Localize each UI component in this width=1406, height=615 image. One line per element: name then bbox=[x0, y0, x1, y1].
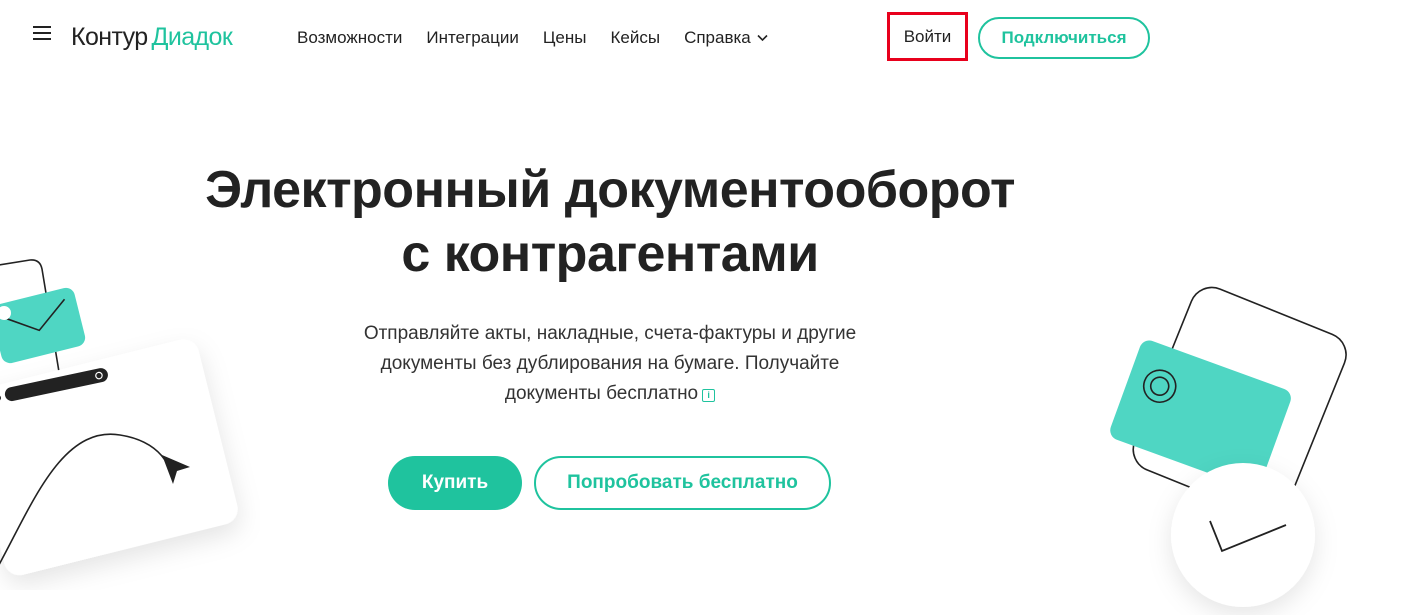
subtitle-line-2: документы без дублирования на бумаге. По… bbox=[380, 353, 840, 374]
page-title: Электронный документооборот с контрагент… bbox=[110, 158, 1110, 286]
main-nav: Возможности Интеграции Цены Кейсы Справк… bbox=[297, 28, 768, 48]
subtitle-line-1: Отправляйте акты, накладные, счета-факту… bbox=[363, 323, 857, 344]
nav-item-features[interactable]: Возможности bbox=[297, 28, 402, 48]
nav-item-prices[interactable]: Цены bbox=[543, 28, 587, 48]
title-line-2: с контрагентами bbox=[401, 225, 819, 283]
title-line-1: Электронный документооборот bbox=[205, 161, 1015, 219]
right-illustration bbox=[1110, 286, 1347, 607]
hamburger-menu-icon[interactable] bbox=[33, 26, 51, 40]
try-free-button[interactable]: Попробовать бесплатно bbox=[534, 456, 831, 510]
page: Контур Диадок Возможности Интеграции Цены… bbox=[0, 0, 1406, 615]
nav-item-integrations[interactable]: Интеграции bbox=[426, 28, 519, 48]
logo[interactable]: Контур Диадок bbox=[71, 22, 233, 52]
left-illustration bbox=[0, 259, 238, 576]
nav-item-cases[interactable]: Кейсы bbox=[611, 28, 661, 48]
logo-product: Диадок bbox=[151, 23, 233, 51]
browser-window-shape bbox=[0, 339, 238, 576]
login-button[interactable]: Войти bbox=[887, 12, 968, 61]
info-icon[interactable]: i bbox=[702, 389, 716, 402]
check-circle-shape bbox=[1171, 463, 1315, 607]
buy-button[interactable]: Купить bbox=[388, 456, 522, 510]
subtitle-line-3: документы бесплатно bbox=[504, 383, 699, 404]
page-subtitle: Отправляйте акты, накладные, счета-факту… bbox=[330, 319, 890, 409]
logo-brand: Контур bbox=[71, 23, 148, 51]
connect-button[interactable]: Подключиться bbox=[978, 17, 1150, 59]
nav-item-help[interactable]: Справка bbox=[684, 28, 768, 48]
chevron-down-icon bbox=[757, 34, 768, 42]
nav-item-help-label: Справка bbox=[684, 28, 751, 47]
